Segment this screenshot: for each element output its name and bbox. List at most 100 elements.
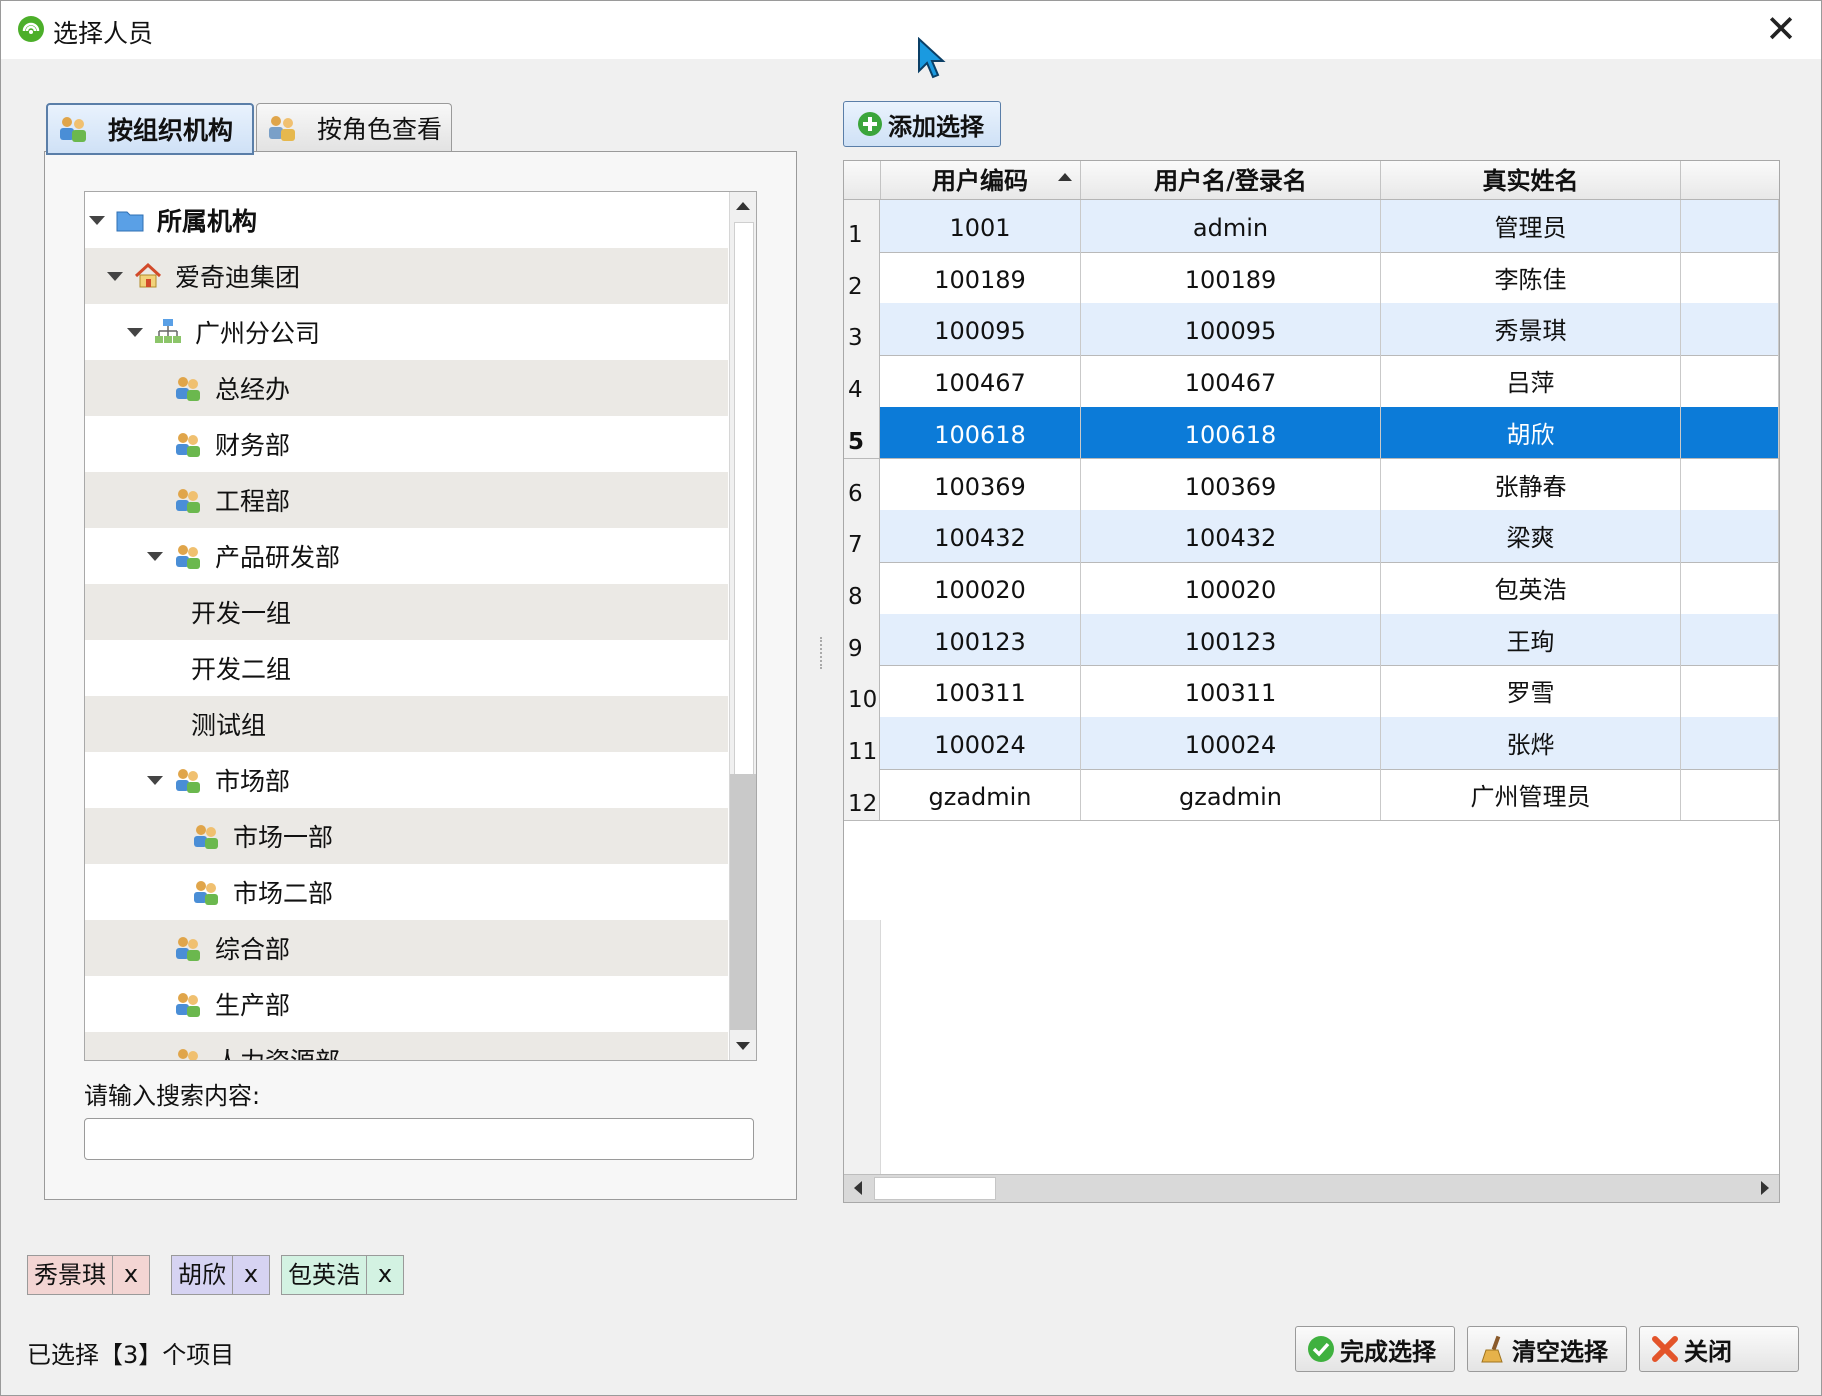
cell-extra[interactable] [1681,200,1779,252]
cell-code[interactable]: 1001 [880,200,1081,252]
remove-tag-button[interactable]: x [367,1256,403,1294]
tree-node[interactable]: 市场二部 [85,864,728,920]
table-row[interactable]: 5 100618 100618 胡欣 [844,406,1779,460]
table-row[interactable]: 2 100189 100189 李陈佳 [844,251,1779,305]
tab-by-organization[interactable]: 按组织机构 [46,103,254,155]
cell-login[interactable]: 100618 [1081,406,1381,459]
tree-node[interactable]: 人力资源部 [85,1032,728,1060]
cell-extra[interactable] [1681,561,1779,614]
cell-login[interactable]: 100432 [1081,510,1381,562]
table-row[interactable]: 8 100020 100020 包英浩 [844,561,1779,615]
scroll-thumb[interactable] [734,222,754,776]
tree-node[interactable]: 总经办 [85,360,728,416]
close-button[interactable]: 关闭 [1639,1326,1799,1372]
cell-name[interactable]: 胡欣 [1381,406,1681,459]
cell-name[interactable]: 张静春 [1381,458,1681,511]
tree-node[interactable]: 爱奇迪集团 [85,248,728,304]
tree-node[interactable]: 工程部 [85,472,728,528]
panel-splitter[interactable] [820,637,825,669]
expand-arrow-icon[interactable] [127,327,143,337]
cell-name[interactable]: 秀景琪 [1381,303,1681,356]
cell-extra[interactable] [1681,458,1779,511]
expand-arrow-icon[interactable] [89,215,105,225]
expand-arrow-icon[interactable] [147,551,163,561]
scroll-right-icon[interactable] [1761,1181,1769,1195]
cell-extra[interactable] [1681,406,1779,459]
column-header-user-code[interactable]: 用户编码 [880,161,1081,199]
cell-name[interactable]: 梁爽 [1381,510,1681,562]
cell-code[interactable]: 100311 [880,665,1081,717]
cell-name[interactable]: 王珣 [1381,613,1681,666]
expand-arrow-icon[interactable] [147,775,163,785]
scroll-left-icon[interactable] [854,1181,862,1195]
cell-code[interactable]: 100095 [880,303,1081,356]
cell-extra[interactable] [1681,251,1779,304]
expand-arrow-icon[interactable] [107,271,123,281]
tree-node[interactable]: 产品研发部 [85,528,728,584]
scroll-up-icon[interactable] [736,202,750,210]
table-row[interactable]: 7 100432 100432 梁爽 [844,510,1779,563]
cell-login[interactable]: gzadmin [1081,768,1381,821]
cell-extra[interactable] [1681,613,1779,666]
cell-login[interactable]: 100369 [1081,458,1381,511]
cell-login[interactable]: 100189 [1081,251,1381,304]
tab-by-role[interactable]: 按角色查看 [256,103,452,152]
tree-node[interactable]: 市场一部 [85,808,728,864]
tree-node[interactable]: 测试组 [85,696,728,752]
cell-login[interactable]: 100311 [1081,665,1381,717]
table-row[interactable]: 12 gzadmin gzadmin 广州管理员 [844,768,1779,822]
add-selection-button[interactable]: 添加选择 [843,101,1001,147]
cell-code[interactable]: 100618 [880,406,1081,459]
cell-login[interactable]: 100024 [1081,717,1381,769]
cell-login[interactable]: 100467 [1081,355,1381,407]
cell-name[interactable]: 管理员 [1381,200,1681,252]
cell-name[interactable]: 张烨 [1381,717,1681,769]
cell-name[interactable]: 广州管理员 [1381,768,1681,821]
table-row[interactable]: 4 100467 100467 吕萍 [844,355,1779,408]
table-row[interactable]: 3 100095 100095 秀景琪 [844,303,1779,357]
scroll-thumb[interactable] [874,1177,996,1200]
cell-name[interactable]: 李陈佳 [1381,251,1681,304]
table-row[interactable]: 9 100123 100123 王珣 [844,613,1779,667]
cell-extra[interactable] [1681,355,1779,407]
cell-extra[interactable] [1681,303,1779,356]
cell-extra[interactable] [1681,510,1779,562]
cell-login[interactable]: admin [1081,200,1381,252]
table-row[interactable]: 10 100311 100311 罗雪 [844,665,1779,718]
cell-name[interactable]: 包英浩 [1381,561,1681,614]
cell-code[interactable]: 100189 [880,251,1081,304]
scroll-track[interactable] [730,774,756,1030]
cell-code[interactable]: 100123 [880,613,1081,666]
cell-login[interactable]: 100020 [1081,561,1381,614]
cell-extra[interactable] [1681,665,1779,717]
tree-node[interactable]: 综合部 [85,920,728,976]
tree-node[interactable]: 开发一组 [85,584,728,640]
finish-selection-button[interactable]: 完成选择 [1295,1326,1455,1372]
table-row[interactable]: 11 100024 100024 张烨 [844,717,1779,770]
tree-node[interactable]: 广州分公司 [85,304,728,360]
tree-node[interactable]: 生产部 [85,976,728,1032]
remove-tag-button[interactable]: x [113,1256,149,1294]
column-header-login-name[interactable]: 用户名/登录名 [1081,161,1381,199]
grid-horizontal-scrollbar[interactable] [844,1174,1779,1202]
cell-login[interactable]: 100123 [1081,613,1381,666]
column-header-real-name[interactable]: 真实姓名 [1381,161,1681,199]
cell-login[interactable]: 100095 [1081,303,1381,356]
cell-code[interactable]: 100020 [880,561,1081,614]
cell-extra[interactable] [1681,768,1779,821]
table-row[interactable]: 1 1001 admin 管理员 [844,200,1779,253]
cell-name[interactable]: 吕萍 [1381,355,1681,407]
cell-code[interactable]: 100369 [880,458,1081,511]
cell-code[interactable]: 100467 [880,355,1081,407]
remove-tag-button[interactable]: x [233,1256,269,1294]
cell-extra[interactable] [1681,717,1779,769]
tree-node[interactable]: 市场部 [85,752,728,808]
table-row[interactable]: 6 100369 100369 张静春 [844,458,1779,512]
window-close-button[interactable]: ✕ [1761,9,1801,49]
cell-code[interactable]: gzadmin [880,768,1081,821]
tree-node[interactable]: 财务部 [85,416,728,472]
tree-node[interactable]: 所属机构 [85,192,728,248]
clear-selection-button[interactable]: 清空选择 [1467,1326,1627,1372]
scroll-down-icon[interactable] [736,1042,750,1050]
cell-code[interactable]: 100432 [880,510,1081,562]
